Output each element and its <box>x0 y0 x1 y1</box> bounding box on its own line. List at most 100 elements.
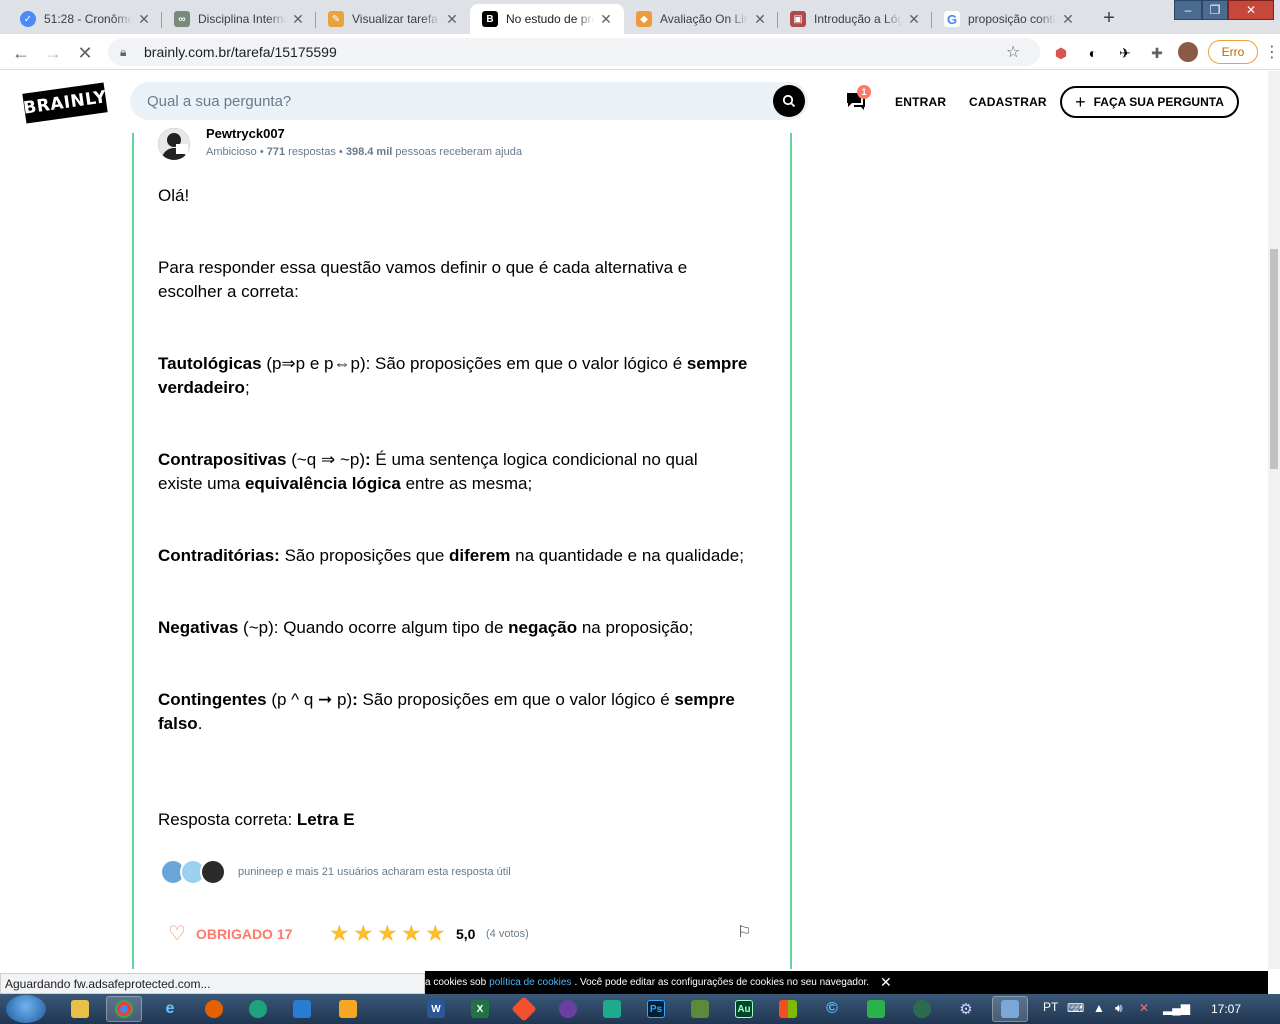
browser-tab[interactable]: ∞ Disciplina Interna ✕ <box>162 4 316 34</box>
puzzle-extensions-icon[interactable]: ✚ <box>1148 44 1166 62</box>
shield-extension-icon[interactable]: ⬢ <box>1052 44 1070 62</box>
item-bold: negação <box>508 618 578 637</box>
new-tab-button[interactable]: + <box>1096 5 1122 31</box>
star-icon[interactable]: ★ <box>425 920 449 947</box>
show-hidden-icons-icon[interactable]: ▲ <box>1093 1001 1105 1015</box>
star-icon[interactable]: ★ <box>377 920 401 947</box>
language-indicator[interactable]: PT <box>1043 1000 1058 1014</box>
close-icon[interactable]: ✕ <box>290 11 306 28</box>
tab-strip: ✓ 51:28 - Cronôme ✕ ∞ Disciplina Interna… <box>0 0 1280 34</box>
tab-title: Avaliação On Line <box>660 12 748 26</box>
system-clock[interactable]: 17:07 <box>1211 1002 1241 1016</box>
signal-icon[interactable]: ▂▄▆ <box>1163 1001 1190 1015</box>
close-icon[interactable]: ✕ <box>444 11 460 28</box>
browser-tab-active[interactable]: B No estudo de pro ✕ <box>470 4 624 34</box>
cookie-banner: a cookies sob política de cookies . Você… <box>425 971 1268 994</box>
cookie-policy-link[interactable]: política de cookies <box>489 977 571 988</box>
vscode-icon[interactable] <box>284 996 320 1022</box>
browser-icon[interactable] <box>550 996 586 1022</box>
votes-count: (4 votos) <box>486 928 529 940</box>
close-icon[interactable]: ✕ <box>906 11 922 28</box>
presentation-icon: ▣ <box>790 11 806 27</box>
star-icon[interactable]: ★ <box>329 920 353 947</box>
login-link[interactable]: ENTRAR <box>895 95 946 109</box>
item-end: entre as mesma; <box>400 474 533 493</box>
start-button[interactable] <box>6 995 46 1023</box>
browser-tab[interactable]: ✎ Visualizar tarefa ✕ <box>316 4 470 34</box>
window-close-button[interactable]: ✕ <box>1228 0 1274 20</box>
media-player-icon[interactable] <box>330 996 366 1022</box>
browser-tab[interactable]: ◆ Avaliação On Line ✕ <box>624 4 778 34</box>
author-name[interactable]: Pewtryck007 <box>206 128 285 141</box>
item-text: (~p): Quando ocorre algum tipo de <box>238 618 509 637</box>
firefox-icon[interactable] <box>196 996 232 1022</box>
settings-gear-icon[interactable]: ⚙ <box>948 996 984 1022</box>
search-button[interactable] <box>773 85 805 117</box>
close-icon[interactable]: ✕ <box>880 974 892 991</box>
rating-stars[interactable]: ★ ★ ★ ★ ★ <box>329 920 449 947</box>
search-input[interactable]: Qual a sua pergunta? <box>130 82 808 120</box>
vpn-icon[interactable] <box>904 996 940 1022</box>
volume-icon[interactable]: 🔊︎ <box>1115 1001 1123 1016</box>
bookmark-star-icon[interactable]: ☆ <box>1006 42 1030 62</box>
close-icon[interactable]: ✕ <box>598 11 614 28</box>
feedly-icon[interactable] <box>858 996 894 1022</box>
stop-loading-icon[interactable]: ✕ <box>72 40 98 66</box>
helpful-users-avatars[interactable] <box>160 859 230 885</box>
cortana-icon[interactable]: © <box>814 996 850 1022</box>
cookie-suffix: . Você pode editar as configurações de c… <box>574 977 870 988</box>
remote-desktop-icon[interactable] <box>992 996 1028 1022</box>
brainly-logo[interactable]: BRAINLY <box>22 82 108 124</box>
close-icon[interactable]: ✕ <box>1060 11 1076 28</box>
author-avatar[interactable] <box>158 128 190 160</box>
browser-tab[interactable]: G proposição conti ✕ <box>932 4 1086 34</box>
keyboard-icon[interactable]: ⌨ <box>1067 1001 1084 1015</box>
report-flag-icon[interactable]: ⚐ <box>737 922 751 942</box>
office-icon[interactable] <box>770 996 806 1022</box>
ask-question-button[interactable]: + FAÇA SUA PERGUNTA <box>1060 86 1239 118</box>
tab-title: Introdução a Lóg <box>814 12 902 26</box>
error-chip[interactable]: Erro <box>1208 40 1258 64</box>
maximize-button[interactable]: ❐ <box>1202 0 1228 20</box>
answer-item-tautologicas: Tautológicas (p⇒p e p⇔p): São proposiçõe… <box>158 352 778 400</box>
signup-link[interactable]: CADASTRAR <box>969 95 1047 109</box>
menu-dots-icon[interactable]: ⋮ <box>1264 42 1280 62</box>
rating-value: 5,0 <box>456 926 476 942</box>
photoshop-icon[interactable]: Ps <box>638 996 674 1022</box>
file-explorer-icon[interactable] <box>62 996 98 1022</box>
excel-icon[interactable]: X <box>462 996 498 1022</box>
audition-icon[interactable]: Au <box>726 996 762 1022</box>
edge-icon[interactable] <box>240 996 276 1022</box>
close-icon[interactable]: ✕ <box>752 11 768 28</box>
tab-title: Disciplina Interna <box>198 12 286 26</box>
address-bar[interactable]: 🔒︎ brainly.com.br/tarefa/15175599 ☆ <box>108 38 1040 66</box>
chrome-icon[interactable] <box>106 996 142 1022</box>
browser-tab[interactable]: ✓ 51:28 - Cronôme ✕ <box>8 4 162 34</box>
search-placeholder: Qual a sua pergunta? <box>147 92 292 110</box>
thanks-button[interactable]: ♡ OBRIGADO 17 <box>168 921 292 946</box>
word-icon[interactable]: W <box>418 996 454 1022</box>
item-text: (p⇒p e p⇔p): São proposições em que o va… <box>261 354 687 373</box>
network-icon[interactable]: ✕ <box>1139 1001 1149 1015</box>
dark-mode-extension-icon[interactable]: ◐ <box>1084 44 1102 62</box>
thanks-label: OBRIGADO 17 <box>195 925 293 942</box>
plus-icon: + <box>1075 91 1086 112</box>
pycharm-icon[interactable] <box>594 996 630 1022</box>
close-icon[interactable]: ✕ <box>136 11 152 28</box>
scrollbar-thumb[interactable] <box>1270 249 1278 469</box>
lock-icon: 🔒︎ <box>120 44 127 59</box>
internet-explorer-icon[interactable]: e <box>152 996 188 1022</box>
git-icon[interactable] <box>506 996 542 1022</box>
page-scrollbar[interactable] <box>1268 71 1280 969</box>
term: Tautológicas <box>158 354 262 373</box>
star-icon[interactable]: ★ <box>353 920 377 947</box>
back-arrow-icon[interactable]: ← <box>8 40 34 66</box>
author-rank: Ambicioso <box>206 146 257 158</box>
forward-arrow-icon[interactable]: → <box>40 40 66 66</box>
satellite-extension-icon[interactable]: ✈ <box>1116 44 1134 62</box>
network-tool-icon[interactable] <box>682 996 718 1022</box>
browser-tab[interactable]: ▣ Introdução a Lóg ✕ <box>778 4 932 34</box>
minimize-button[interactable]: – <box>1174 0 1202 20</box>
star-icon[interactable]: ★ <box>401 920 425 947</box>
profile-avatar[interactable] <box>1178 42 1198 62</box>
